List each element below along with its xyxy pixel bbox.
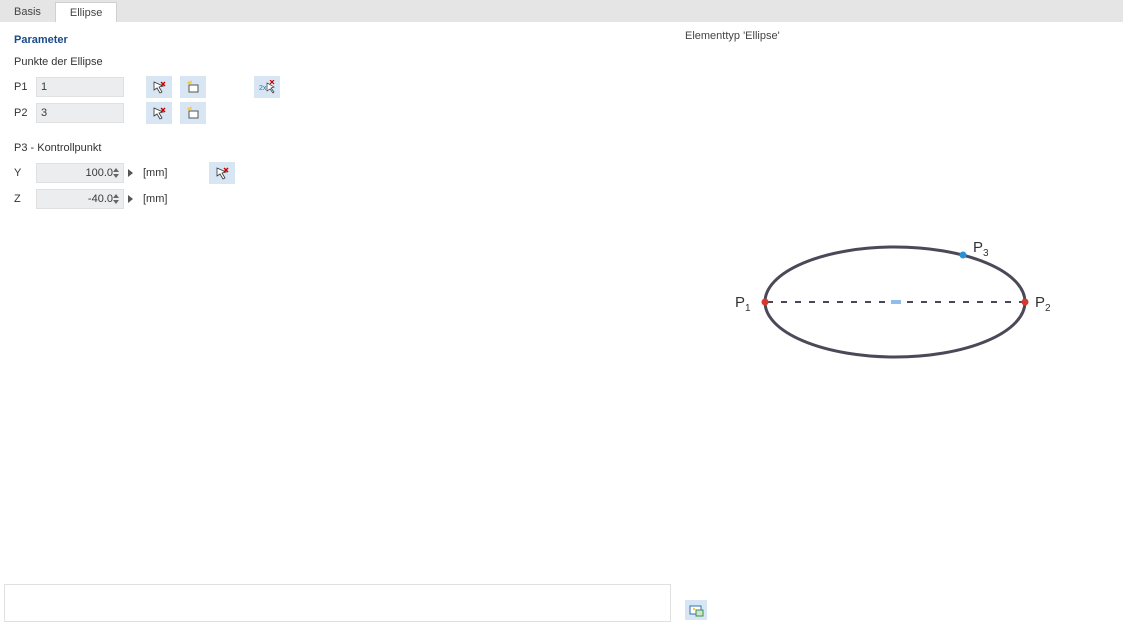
multi-pick-icon[interactable]: 2x	[254, 76, 280, 98]
parameter-panel: Parameter Punkte der Ellipse P1 1 2x	[4, 26, 671, 576]
new-point-icon[interactable]	[180, 76, 206, 98]
screenshot-icon[interactable]	[685, 600, 707, 620]
p1-label: P1	[14, 81, 32, 93]
svg-text:P1: P1	[735, 294, 751, 314]
tab-ellipse[interactable]: Ellipse	[55, 2, 117, 22]
stepper-up-icon[interactable]	[113, 168, 119, 172]
tab-basis[interactable]: Basis	[0, 2, 55, 22]
svg-text:2x: 2x	[259, 85, 267, 92]
points-section-label: Punkte der Ellipse	[14, 56, 661, 68]
play-icon[interactable]	[128, 195, 133, 203]
tab-bar: Basis Ellipse	[0, 0, 1123, 22]
svg-text:P3: P3	[973, 239, 989, 259]
pick-point-icon[interactable]	[146, 76, 172, 98]
z-label: Z	[14, 193, 32, 205]
z-input[interactable]: -40.0	[36, 189, 124, 209]
p2-input[interactable]: 3	[36, 103, 124, 123]
preview-area: P1 P2 P3	[675, 52, 1123, 592]
stepper-up-icon[interactable]	[113, 194, 119, 198]
p1-input[interactable]: 1	[36, 77, 124, 97]
y-label: Y	[14, 167, 32, 179]
p2-label: P2	[14, 107, 32, 119]
pick-point-icon[interactable]	[146, 102, 172, 124]
control-section-label: P3 - Kontrollpunkt	[14, 142, 661, 154]
ellipse-diagram: P1 P2 P3	[675, 52, 1115, 412]
new-point-icon[interactable]	[180, 102, 206, 124]
preview-panel: Elementtyp 'Ellipse' P1 P2 P3	[675, 22, 1123, 626]
play-icon[interactable]	[128, 169, 133, 177]
panel-title: Parameter	[14, 34, 661, 46]
unit-label: [mm]	[143, 167, 177, 179]
y-input[interactable]: 100.0	[36, 163, 124, 183]
svg-text:P2: P2	[1035, 294, 1051, 314]
preview-title: Elementtyp 'Ellipse'	[685, 30, 1113, 42]
pick-point-icon[interactable]	[209, 162, 235, 184]
bottom-panel	[4, 584, 671, 622]
unit-label: [mm]	[143, 193, 177, 205]
stepper-down-icon[interactable]	[113, 200, 119, 204]
stepper-down-icon[interactable]	[113, 174, 119, 178]
